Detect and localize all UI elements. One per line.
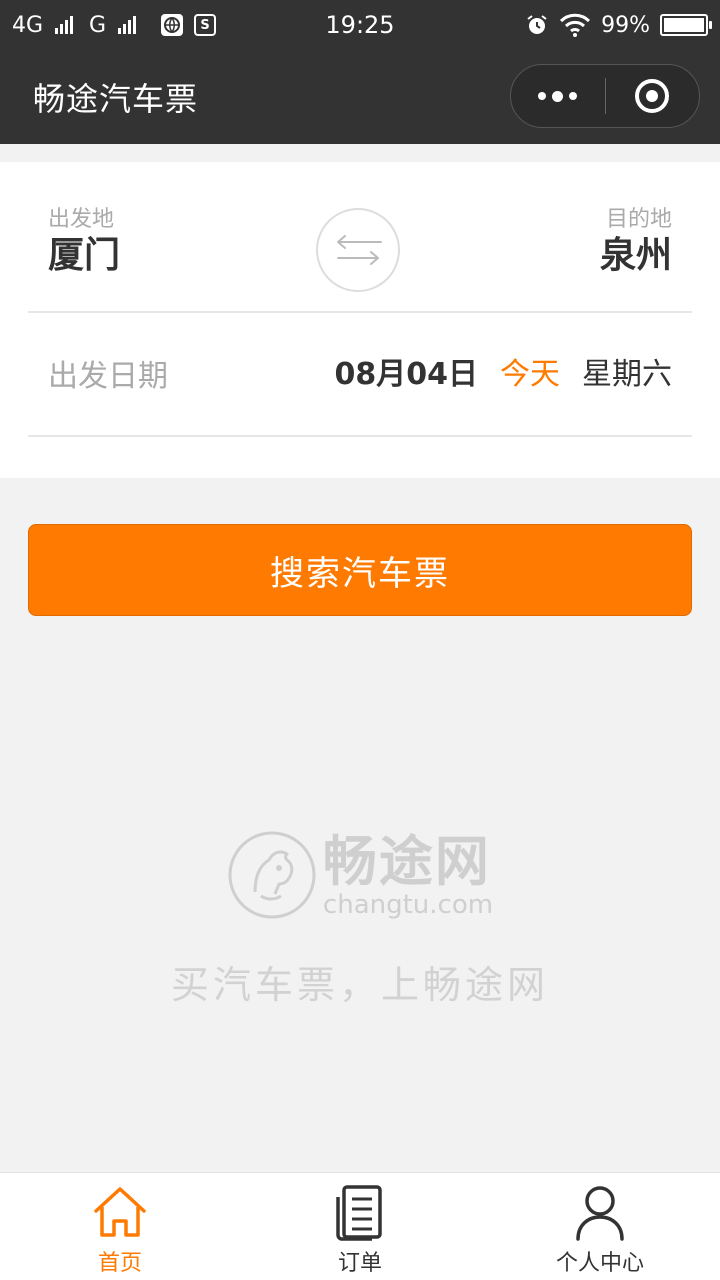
swap-cities-button[interactable] [316,208,400,292]
swap-arrows-icon [337,235,382,265]
brand-name: 畅途网 [322,830,491,893]
departure-city-selector[interactable]: 出发地 厦门 [48,206,120,278]
date-value: 08月04日 [334,357,479,392]
tab-home-label: 首页 [97,1251,142,1276]
tab-profile[interactable]: 个人中心 [480,1173,720,1280]
network-g-label: G [89,12,107,38]
network-4g-label: 4G [12,12,44,38]
departure-city: 厦门 [48,235,121,276]
home-icon [94,1187,146,1237]
user-icon [576,1186,624,1241]
route-row: 出发地 厦门 目的地 泉州 [28,162,692,313]
search-card: 出发地 厦门 目的地 泉州 出发日期 08月04日 今天 星期六 [0,162,720,478]
destination-label: 目的地 [605,207,672,232]
nav-bar: 畅途汽车票 [0,50,720,144]
page-title: 畅途汽车票 [33,80,199,118]
status-left: 4G G S [12,12,217,38]
tab-orders[interactable]: 订单 [240,1173,480,1280]
tab-profile-label: 个人中心 [555,1251,644,1276]
order-list-icon [336,1185,382,1241]
date-values: 08月04日 今天 星期六 [335,349,673,393]
more-button[interactable] [511,65,605,127]
tab-home[interactable]: 首页 [0,1173,240,1280]
signal-icon [55,16,74,34]
battery-percent: 99% [601,12,650,38]
signal-icon [118,16,137,34]
status-right: 99% [525,12,712,38]
destination-city: 泉州 [599,235,672,276]
departure-label: 出发地 [48,207,115,232]
close-mini-program-button[interactable] [606,65,700,127]
globe-icon [160,13,184,37]
target-close-icon [635,79,670,113]
more-dots-icon [538,90,578,102]
destination-city-selector[interactable]: 目的地 泉州 [600,206,672,278]
alarm-icon [525,13,549,37]
brand-slogan: 买汽车票，上畅途网 [170,963,549,1007]
s-app-icon: S [194,14,217,36]
date-label: 出发日期 [48,359,168,394]
date-weekday: 星期六 [582,357,672,392]
date-selector[interactable]: 出发日期 08月04日 今天 星期六 [28,313,692,437]
brand-domain: changtu.com [322,890,494,920]
search-tickets-button[interactable]: 搜索汽车票 [28,524,692,616]
tab-orders-label: 订单 [337,1251,382,1276]
date-relative: 今天 [500,357,560,392]
battery-icon [660,14,712,36]
battery-fill [664,18,704,32]
brand-logo: 畅途网 changtu.com [0,830,720,920]
brand-text: 畅途网 changtu.com [322,830,494,920]
brand-watermark: 畅途网 changtu.com 买汽车票，上畅途网 [0,830,720,1009]
bottom-tab-bar: 首页 订单 个人中心 [0,1172,720,1280]
mini-program-capsule [510,64,700,128]
status-bar: 4G G S 19:25 99% [0,0,720,50]
horse-mascot-icon [228,831,316,919]
wifi-icon [559,13,591,37]
